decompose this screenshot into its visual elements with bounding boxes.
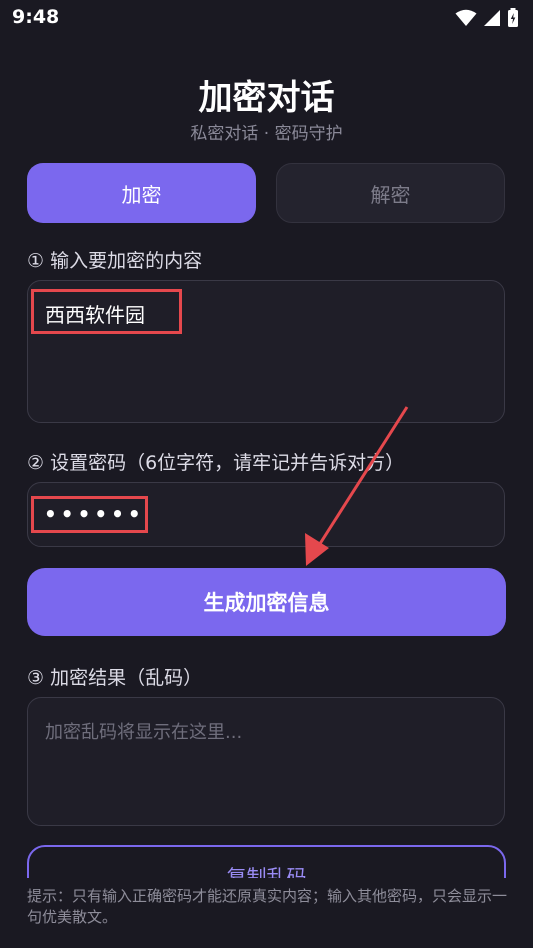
result-placeholder: 加密乱码将显示在这里... [45,722,243,743]
hint-text: 提示：只有输入正确密码才能还原真实内容；输入其他密码，只会显示一句优美散文。 [27,887,508,926]
status-time: 9:48 [12,6,60,28]
generate-button[interactable]: 生成加密信息 [27,568,506,636]
content-text: 西西软件园 [45,303,145,327]
tab-encrypt[interactable]: 加密 [27,163,256,223]
battery-icon [508,8,518,27]
result-textarea[interactable] [27,697,505,826]
status-icons [455,8,519,28]
password-value: •••••• [44,502,145,526]
status-bar: 9:48 [0,0,533,36]
wifi-icon [455,9,477,26]
page-title: 加密对话 [198,78,335,118]
signal-icon [484,10,500,26]
tab-decrypt[interactable]: 解密 [276,163,505,223]
content-label: ① 输入要加密的内容 [27,250,203,272]
page-subtitle: 私密对话 · 密码守护 [190,124,343,144]
result-label: ③ 加密结果（乱码） [27,667,203,689]
password-label: ② 设置密码（6位字符，请牢记并告诉对方） [27,452,405,474]
